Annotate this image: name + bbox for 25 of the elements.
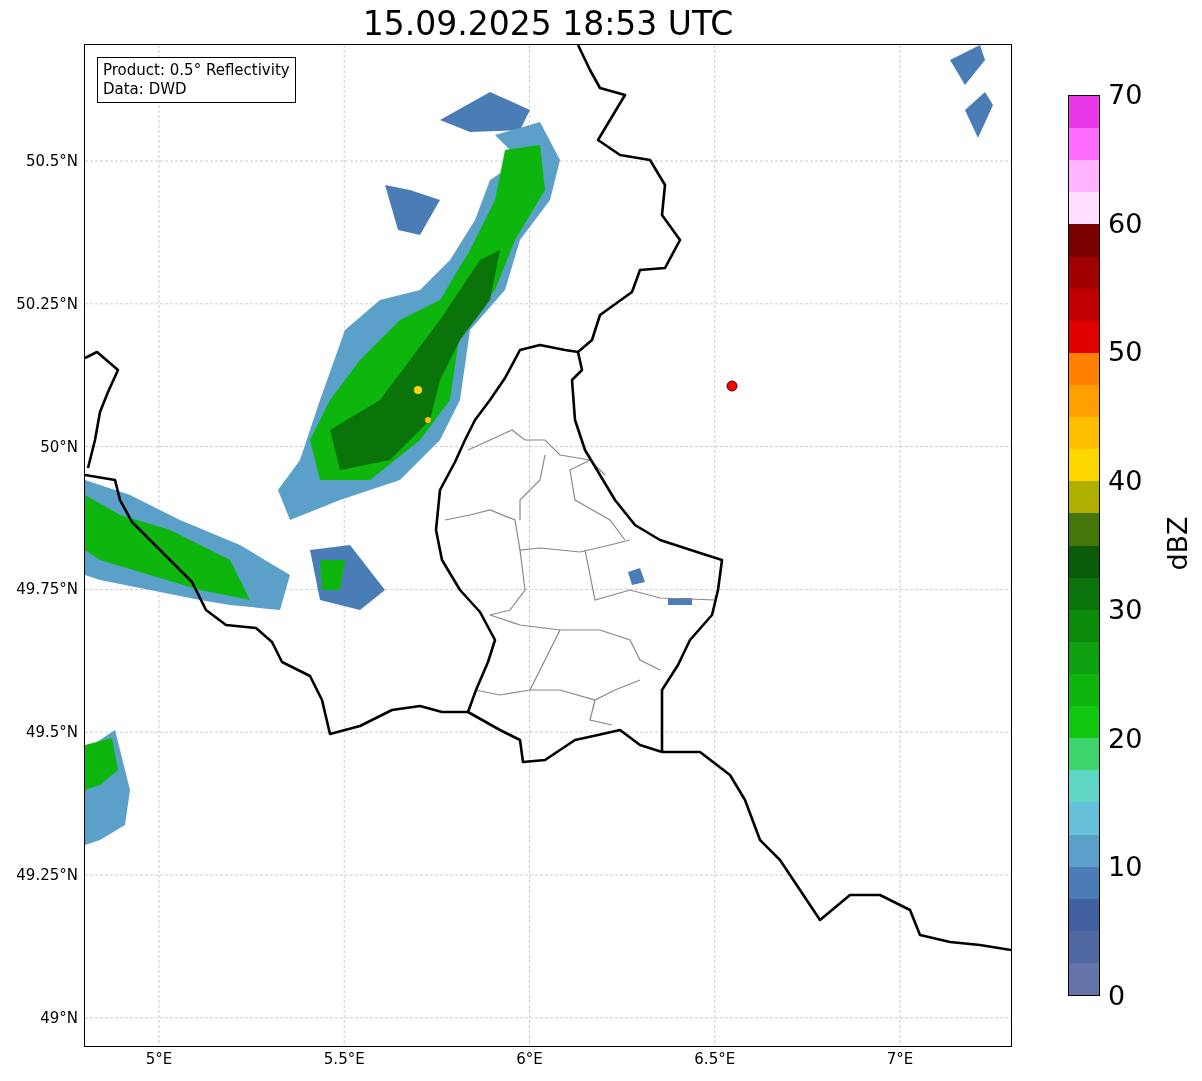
axis-tick-label: 49°N (39, 1007, 78, 1028)
location-marker-icon (726, 380, 738, 392)
axis-tick-label: 49.25°N (15, 865, 78, 885)
axis-tick-label: 50.5°N (24, 151, 78, 171)
axis-tick-label: 50.25°N (15, 293, 78, 314)
colorbar-tick-label: 0 (1108, 980, 1126, 1012)
colorbar-tick-label: 20 (1108, 722, 1143, 755)
axis-tick-label: 49.5°N (24, 722, 78, 743)
axis-tick-label: 49.75°N (15, 579, 78, 600)
colorbar-tick-label: 60 (1108, 207, 1143, 240)
colorbar-tick-label: 10 (1108, 851, 1143, 884)
axis-tick-label: 6°E (515, 1050, 544, 1068)
legend-text: Product: 0.5° Reflectivity (103, 61, 290, 80)
axis-tick-label: 7°E (885, 1050, 915, 1068)
colorbar-tick-label: 30 (1108, 593, 1143, 626)
axis-tick-label: 6.5°E (693, 1050, 737, 1068)
colorbar-tick-label: 40 (1108, 465, 1143, 498)
axis-tick-label: 5°E (144, 1050, 174, 1068)
colorbar-tick-label: 50 (1108, 336, 1143, 369)
colorbar-tick-label: 70 (1108, 79, 1143, 111)
axis-tick-label: 5.5°E (322, 1050, 366, 1068)
colorbar-label: dBZ (1161, 516, 1193, 571)
axis-tick-label: 50°N (39, 436, 78, 457)
chart-title: 15.09.2025 18:53 UTC (361, 4, 735, 44)
legend-text: Data: DWD (103, 80, 188, 99)
